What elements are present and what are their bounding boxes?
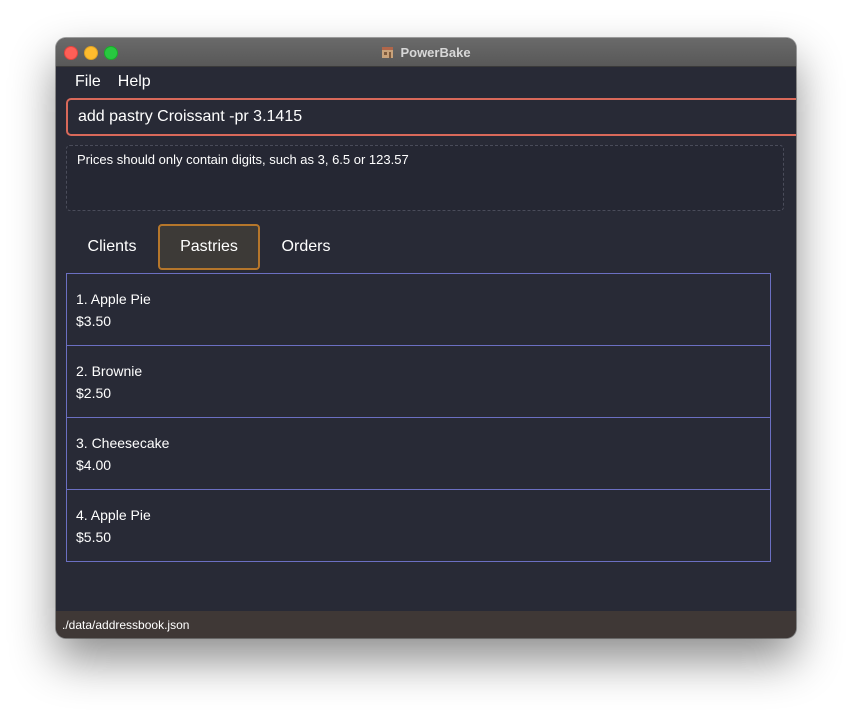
list-item[interactable]: 2. Brownie $2.50: [67, 346, 770, 418]
pastry-price: $2.50: [76, 385, 112, 401]
app-window: PowerBake File Help Prices should only c…: [56, 38, 796, 638]
pastry-price: $4.00: [76, 457, 112, 473]
tab-pastries[interactable]: Pastries: [158, 224, 260, 270]
pastry-list[interactable]: 1. Apple Pie $3.50 2. Brownie $2.50 3. C…: [66, 273, 771, 562]
pastry-price: $3.50: [76, 313, 112, 329]
pastry-name: 2. Brownie: [76, 363, 143, 379]
result-message: Prices should only contain digits, such …: [77, 152, 409, 167]
menu-bar: File Help: [56, 67, 151, 97]
bakery-icon: [381, 46, 394, 59]
menu-help[interactable]: Help: [118, 73, 151, 91]
status-bar: ./data/addressbook.json: [56, 611, 796, 638]
list-item[interactable]: 3. Cheesecake $4.00: [67, 418, 770, 490]
title-bar[interactable]: PowerBake: [56, 38, 796, 67]
list-item[interactable]: 1. Apple Pie $3.50: [67, 274, 770, 346]
command-input[interactable]: [66, 98, 796, 136]
title-group: PowerBake: [56, 38, 796, 66]
pastry-name: 4. Apple Pie: [76, 507, 151, 523]
pastry-name: 1. Apple Pie: [76, 291, 151, 307]
pastry-name: 3. Cheesecake: [76, 435, 170, 451]
tab-clients[interactable]: Clients: [66, 224, 158, 270]
menu-file[interactable]: File: [75, 73, 101, 91]
list-item[interactable]: 4. Apple Pie $5.50: [67, 490, 770, 562]
tab-bar: Clients Pastries Orders: [66, 223, 352, 271]
data-file-path: ./data/addressbook.json: [62, 617, 190, 632]
pastry-price: $5.50: [76, 529, 112, 545]
tab-orders[interactable]: Orders: [260, 224, 352, 270]
window-title: PowerBake: [400, 44, 471, 60]
result-display: Prices should only contain digits, such …: [66, 145, 784, 211]
